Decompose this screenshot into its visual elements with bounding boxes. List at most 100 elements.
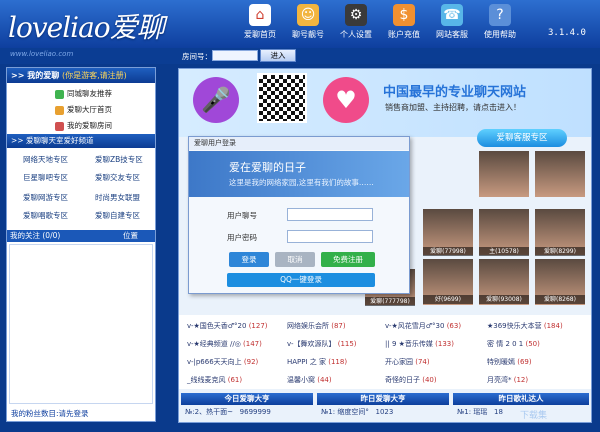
- room-item[interactable]: || 9 ★音乐传媒 (133): [385, 339, 454, 349]
- room-name: _线线麦克风: [187, 376, 226, 384]
- zone-item[interactable]: 网络天地专区: [23, 154, 68, 165]
- room-item[interactable]: 月亮湾* (12): [487, 375, 528, 385]
- room-item[interactable]: v-★风花雪月♂°30 (63): [385, 321, 461, 331]
- ranking-header: 昨日爱聊大亨: [317, 393, 449, 405]
- menu-item-my-room[interactable]: 我的爱聊房间: [55, 120, 112, 131]
- room-item[interactable]: v-★经典频道 //◎ (147): [187, 339, 262, 349]
- nav-label: 账户充值: [388, 30, 420, 39]
- heart-icon: ♥: [323, 77, 369, 123]
- left-panel: >> 我的爱聊 (你是游客,请注册) 同城聊友推荐 爱聊大厅首页 我的爱聊房间 …: [6, 67, 156, 422]
- room-item[interactable]: 温馨小窝 (44): [287, 375, 332, 385]
- room-name: v-★风花雪月♂°30: [385, 322, 445, 330]
- avatar-label: 主(10578): [479, 247, 529, 256]
- cancel-button[interactable]: 取消: [275, 252, 315, 267]
- room-item[interactable]: 特别暖嫣 (69): [487, 357, 532, 367]
- nav-home[interactable]: ⌂ 爱聊首页: [236, 4, 284, 46]
- banner[interactable]: 🎤 ♥ 中国最早的专业聊天网站 销售商加盟、主持招聘，请点击进入！: [179, 69, 591, 137]
- follow-list[interactable]: [9, 244, 153, 404]
- zone-item[interactable]: 爱聊交友专区: [95, 172, 140, 183]
- avatar-label: 爱聊(77998): [423, 247, 473, 256]
- room-name: ★369快乐大本营: [487, 322, 542, 330]
- support-zone-button[interactable]: 爱聊客服专区: [477, 129, 567, 147]
- ranking-row[interactable]: №1: 瑶瑶 18: [457, 407, 503, 417]
- ranking-value: 9699999: [239, 408, 271, 416]
- avatar-label: 爱聊(8299): [535, 247, 585, 256]
- login-button[interactable]: 登录: [229, 252, 269, 267]
- room-number-label: 房间号：: [182, 52, 212, 61]
- room-count: (92): [243, 358, 259, 366]
- avatar[interactable]: [479, 151, 529, 197]
- zone-item[interactable]: 时尚男女联盟: [95, 192, 140, 203]
- watermark: 下载集: [520, 411, 548, 421]
- room-name: v-★经典频道 //◎: [187, 340, 241, 348]
- avatar-label: 好(9699): [423, 295, 473, 304]
- room-count: (50): [525, 340, 540, 348]
- nav-account[interactable]: ☺ 聊号靓号: [284, 4, 332, 46]
- settings-icon: ⚙: [345, 4, 367, 26]
- avatar[interactable]: [535, 151, 585, 197]
- ranking-value: 1023: [375, 408, 394, 416]
- qq-login-button[interactable]: QQ一键登录: [227, 273, 375, 287]
- room-item[interactable]: _线线麦克风 (61): [187, 375, 242, 385]
- channel-header: >> 爱聊聊天室爱好频道: [7, 134, 155, 148]
- menu-item-local-friends[interactable]: 同城聊友推荐: [55, 88, 112, 99]
- menu-item-lobby[interactable]: 爱聊大厅首页: [55, 104, 112, 115]
- room-item[interactable]: v-【舞欢源队】 (115): [287, 339, 357, 349]
- ranking-row[interactable]: №:2、热干面~ 9699999: [185, 407, 271, 417]
- room-count: (12): [513, 376, 529, 384]
- nav-label: 聊号靓号: [292, 30, 324, 39]
- room-name: || 9 ★音乐传媒: [385, 340, 433, 348]
- password-input[interactable]: [287, 230, 373, 243]
- username-input[interactable]: [287, 208, 373, 221]
- help-icon: ?: [489, 4, 511, 26]
- room-name: 特别暖嫣: [487, 358, 515, 366]
- user-icon: ☺: [297, 4, 319, 26]
- menu-item-label: 爱聊大厅首页: [67, 105, 112, 114]
- room-number-input[interactable]: [212, 50, 258, 61]
- nav-label: 使用帮助: [484, 30, 516, 39]
- register-button[interactable]: 免费注册: [321, 252, 375, 267]
- username-label: 用户聊号: [227, 211, 257, 220]
- room-count: (74): [415, 358, 430, 366]
- fans-login-link[interactable]: 我的粉丝数目:请先登录: [11, 408, 89, 419]
- zone-item[interactable]: 巨星聊吧专区: [23, 172, 68, 183]
- menu-item-label: 同城聊友推荐: [67, 89, 112, 98]
- room-item[interactable]: HAPPI 之 家 (118): [287, 357, 347, 367]
- zone-item[interactable]: 爱聊ZB技专区: [95, 154, 143, 165]
- nav-support[interactable]: ☎ 网站客服: [428, 4, 476, 46]
- zone-item[interactable]: 爱聊唱歌专区: [23, 210, 68, 221]
- version-label: 3.1.4.0: [548, 28, 586, 38]
- menu-item-label: 我的爱聊房间: [67, 121, 112, 130]
- room-count: (63): [446, 322, 462, 330]
- room-count: (69): [517, 358, 532, 366]
- guest-hint: (你是游客,请注册): [62, 71, 127, 80]
- room-item[interactable]: 开心家园 (74): [385, 357, 430, 367]
- room-count: (147): [243, 340, 262, 348]
- nav-help[interactable]: ? 使用帮助: [476, 4, 524, 46]
- room-name: v-★国色天香♂°20: [187, 322, 247, 330]
- zone-item[interactable]: 爱聊网游专区: [23, 192, 68, 203]
- my-chat-title: >> 我的爱聊: [11, 71, 60, 80]
- avatar-label: 爱聊(8268): [535, 295, 585, 304]
- ranking-row[interactable]: №1: 缩度空间° 1023: [321, 407, 393, 417]
- nav-label: 网站客服: [436, 30, 468, 39]
- room-item[interactable]: v-★国色天香♂°20 (127): [187, 321, 268, 331]
- room-count: (40): [422, 376, 437, 384]
- lobby-icon: [55, 105, 64, 115]
- nav-recharge[interactable]: $ 账户充值: [380, 4, 428, 46]
- ranking-header: 昨日歌礼达人: [453, 393, 589, 405]
- room-item[interactable]: ★369快乐大本营 (184): [487, 321, 563, 331]
- room-name: HAPPI 之 家: [287, 358, 327, 366]
- room-item[interactable]: v-|p666天天向上 (92): [187, 357, 258, 367]
- room-item[interactable]: 密 情 2 0 1 (50): [487, 339, 540, 349]
- nav-settings[interactable]: ⚙ 个人设置: [332, 4, 380, 46]
- site-url: www.loveliao.com: [10, 50, 74, 58]
- enter-room-button[interactable]: 进入: [260, 49, 296, 62]
- room-item[interactable]: 网络娱乐会所 (87): [287, 321, 346, 331]
- room-count: (44): [317, 376, 332, 384]
- zone-item[interactable]: 爱聊自建专区: [95, 210, 140, 221]
- ranking-name: №1: 瑶瑶: [457, 408, 488, 416]
- room-item[interactable]: 奇怪的日子 (40): [385, 375, 437, 385]
- avatar-label: 爱聊(93008): [479, 295, 529, 304]
- nav-label: 个人设置: [340, 30, 372, 39]
